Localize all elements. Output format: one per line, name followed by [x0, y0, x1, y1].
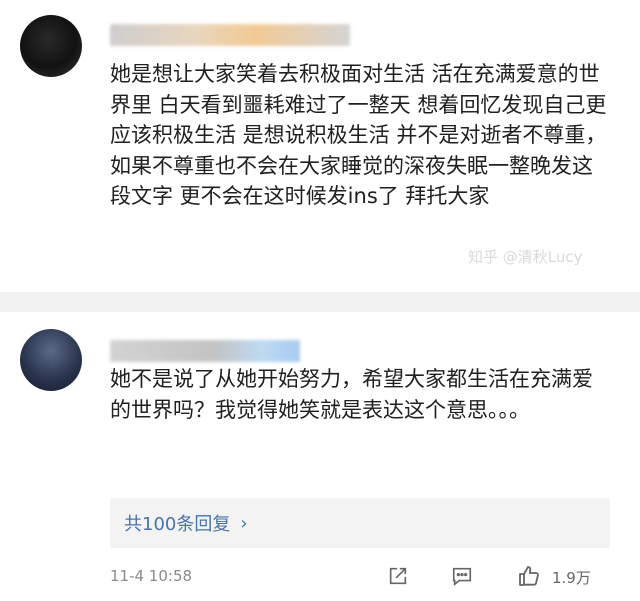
share-icon [389, 567, 407, 585]
like-button[interactable] [517, 564, 541, 588]
username-blurred[interactable] [110, 340, 300, 362]
comment-button[interactable] [450, 564, 474, 588]
view-replies-button[interactable]: 共100条回复 › [110, 498, 610, 548]
avatar[interactable] [20, 329, 82, 391]
comment-text-2: 她不是说了从她开始努力，希望大家都生活在充满爱的世界吗？我觉得她笑就是表达这个意… [110, 367, 593, 422]
like-count: 1.9万 [552, 569, 591, 587]
replies-count-label: 共100条回复 [124, 514, 231, 535]
chevron-right-icon: › [240, 512, 248, 534]
comment-text-1: 她是想让大家笑着去积极面对生活 活在充满爱意的世界里 白天看到噩耗难过了一整天 … [110, 62, 614, 208]
share-button[interactable] [386, 564, 410, 588]
thumbs-up-icon [519, 566, 539, 586]
username-blurred[interactable] [110, 24, 350, 46]
watermark: 知乎 @清秋Lucy [468, 248, 583, 266]
card-divider [0, 292, 640, 312]
comment-card-2 [0, 312, 640, 601]
comment-icon [452, 567, 472, 586]
comment-timestamp: 11-4 10:58 [110, 567, 193, 585]
avatar[interactable] [20, 15, 82, 77]
